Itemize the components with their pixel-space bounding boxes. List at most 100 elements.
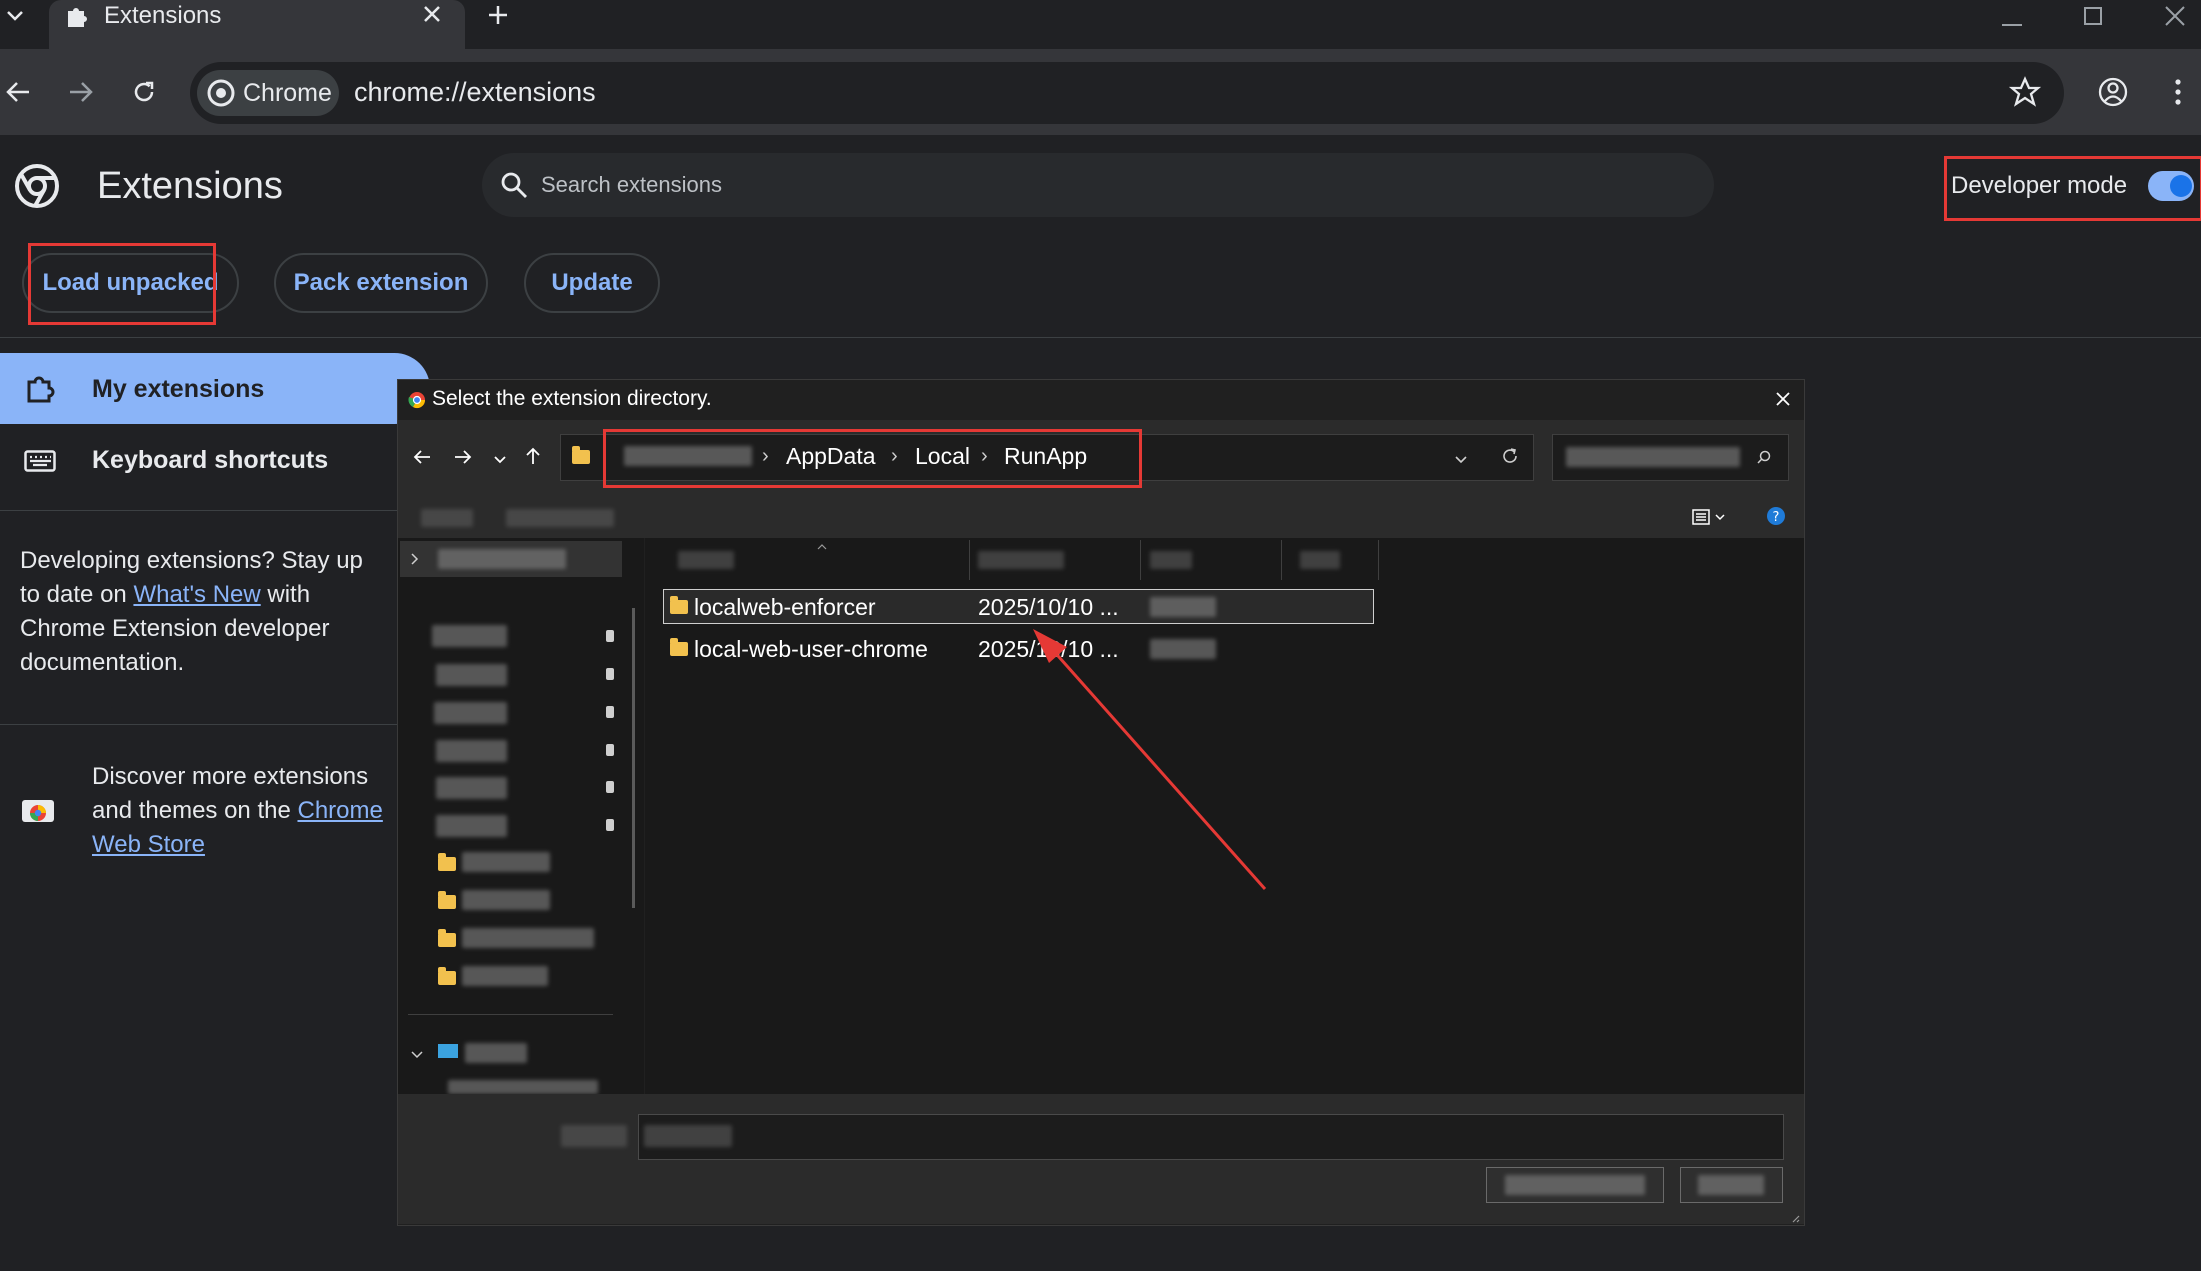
pin-icon (606, 668, 614, 680)
folder-name-input[interactable] (638, 1114, 1784, 1160)
redacted-column-type[interactable] (1150, 551, 1192, 569)
dialog-up-icon[interactable] (524, 446, 542, 471)
reload-icon[interactable] (131, 79, 157, 110)
maximize-icon[interactable] (2084, 7, 2102, 30)
extensions-puzzle-icon (24, 372, 56, 409)
folder-icon (438, 891, 456, 909)
back-icon[interactable] (5, 80, 31, 109)
dialog-back-icon[interactable] (412, 448, 432, 471)
web-store-text: Discover more extensions and themes on t… (92, 760, 392, 862)
redacted-folder-item[interactable] (462, 890, 550, 910)
developer-mode-highlight (1944, 156, 2201, 221)
redacted-select-folder-label (1505, 1175, 1645, 1195)
folder-icon (670, 596, 688, 614)
dialog-recent-chevron-icon[interactable] (493, 452, 507, 470)
sort-caret-icon (817, 537, 827, 555)
resize-grip-icon[interactable] (1790, 1210, 1800, 1228)
this-pc-icon (438, 1044, 458, 1058)
forward-icon[interactable] (68, 80, 94, 109)
chrome-logo-icon (207, 79, 235, 112)
annotation-arrow (1025, 625, 1270, 900)
column-divider (969, 540, 970, 580)
redacted-command-organize[interactable] (421, 509, 473, 527)
puzzle-icon (64, 3, 90, 34)
pin-icon (606, 706, 614, 718)
file-date: 2025/10/10 ... (978, 594, 1119, 620)
dialog-search-icon (1757, 450, 1771, 469)
redacted-folder-item[interactable] (462, 928, 594, 948)
tab-title: Extensions (104, 2, 222, 29)
help-icon[interactable]: ? (1766, 506, 1786, 531)
dialog-close-icon[interactable] (1775, 391, 1791, 412)
dialog-navigation-pane (398, 538, 644, 1094)
load-unpacked-highlight (28, 243, 216, 325)
minimize-icon[interactable] (2002, 14, 2022, 32)
pin-icon (606, 630, 614, 642)
sidebar-item-label: My extensions (92, 375, 265, 403)
sidebar-divider (0, 724, 400, 725)
redacted-column-name[interactable] (678, 551, 734, 569)
file-name: local-web-user-chrome (694, 636, 928, 662)
pin-icon (606, 781, 614, 793)
dialog-forward-icon[interactable] (453, 448, 473, 471)
column-divider (1281, 540, 1282, 580)
whats-new-link[interactable]: What's New (133, 581, 260, 608)
url-text[interactable]: chrome://extensions (354, 77, 596, 108)
folder-icon (670, 638, 688, 656)
folder-icon (438, 967, 456, 985)
search-icon (500, 171, 528, 204)
pin-icon (606, 819, 614, 831)
nav-scrollbar[interactable] (632, 608, 635, 908)
redacted-folder-item[interactable] (462, 966, 548, 986)
redacted-pinned-item[interactable] (436, 740, 507, 762)
redacted-command-new-folder[interactable] (506, 509, 614, 527)
header-divider (0, 337, 2201, 338)
page-title: Extensions (97, 165, 283, 207)
redacted-folder-item[interactable] (462, 852, 550, 872)
menu-kebab-icon[interactable] (2174, 79, 2182, 110)
dialog-refresh-icon[interactable] (1501, 447, 1519, 470)
redacted-search-text (1566, 447, 1740, 467)
sidebar-item-label: Keyboard shortcuts (92, 446, 329, 474)
search-placeholder: Search extensions (541, 172, 722, 197)
redacted-cancel-label (1698, 1175, 1764, 1195)
redacted-nav-home (438, 549, 566, 569)
redacted-column-size[interactable] (1300, 551, 1340, 569)
new-tab-icon[interactable] (487, 4, 509, 31)
folder-icon (438, 853, 456, 871)
column-divider (1140, 540, 1141, 580)
tab-search-chevron-icon[interactable] (6, 8, 24, 29)
view-options-icon[interactable] (1692, 507, 1732, 532)
pin-icon (606, 744, 614, 756)
redacted-file-type (1150, 597, 1216, 617)
expand-chevron-icon[interactable] (410, 552, 420, 571)
redacted-column-date[interactable] (978, 551, 1064, 569)
keyboard-icon (24, 450, 56, 477)
redacted-pinned-item[interactable] (434, 702, 507, 724)
redacted-folder-name (644, 1125, 732, 1147)
address-dropdown-icon[interactable] (1454, 452, 1468, 470)
redacted-pinned-item[interactable] (436, 664, 507, 686)
web-store-icon (20, 792, 56, 829)
folder-icon (438, 929, 456, 947)
pack-extension-button[interactable]: Pack extension (274, 253, 488, 313)
profile-icon[interactable] (2098, 77, 2128, 112)
svg-text:?: ? (1773, 510, 1780, 525)
bookmark-star-icon[interactable] (2008, 76, 2042, 112)
file-name: localweb-enforcer (694, 594, 876, 620)
chrome-logo-icon (408, 391, 426, 414)
redacted-this-pc[interactable] (465, 1043, 527, 1063)
close-window-icon[interactable] (2165, 6, 2185, 31)
collapse-chevron-icon[interactable] (410, 1047, 424, 1065)
developer-info-text: Developing extensions? Stay up to date o… (20, 544, 380, 680)
redacted-pinned-item[interactable] (436, 815, 507, 837)
extensions-logo-icon (14, 163, 60, 214)
redacted-drive-item[interactable] (448, 1080, 598, 1094)
column-divider (1378, 540, 1379, 580)
folder-icon (572, 446, 590, 464)
redacted-pinned-item[interactable] (436, 777, 507, 799)
sidebar-divider (0, 510, 400, 511)
update-button[interactable]: Update (524, 253, 660, 313)
redacted-pinned-item[interactable] (432, 625, 507, 647)
close-tab-icon[interactable] (422, 4, 442, 29)
